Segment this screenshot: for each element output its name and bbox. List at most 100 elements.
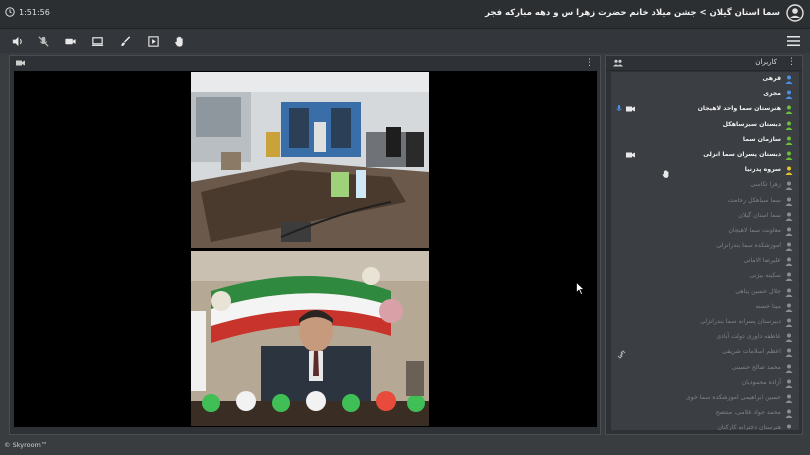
- media-button[interactable]: [146, 34, 160, 48]
- video-panel-options-icon[interactable]: ⋮: [585, 58, 594, 68]
- clock-icon: [5, 7, 15, 17]
- screen-share-icon: [91, 36, 103, 46]
- users-panel-title: کاربران: [755, 58, 777, 66]
- user-list-item[interactable]: عاطفه داوری دولت آبادی: [611, 330, 799, 345]
- user-camera-icon: [626, 152, 635, 158]
- brand-footer: © Skyroom™: [4, 441, 48, 449]
- user-icon: [785, 75, 793, 84]
- hand-icon: [174, 36, 183, 47]
- screen-share-button[interactable]: [90, 34, 104, 48]
- user-icon: [785, 105, 793, 115]
- user-list-item[interactable]: اموزشکده سما بندرانزلی: [611, 239, 799, 254]
- user-icon: [785, 333, 793, 343]
- users-panel-options-icon[interactable]: ⋮: [787, 57, 796, 67]
- user-list-item[interactable]: علیرضا الاماتی: [611, 254, 799, 269]
- user-list-item[interactable]: سکینه بیژنی: [611, 269, 799, 284]
- user-name: معاونت سما لاهیجان: [728, 226, 781, 234]
- user-list: قرهی مجری هنرستان سما واحد لاهیجان دبستان س…: [611, 72, 799, 430]
- user-list-item[interactable]: هنرستان سما واحد لاهیجان: [611, 102, 799, 117]
- mic-button[interactable]: [36, 34, 50, 48]
- user-name: محمد جواد غلامی، منتصح: [715, 409, 781, 417]
- user-mic-icon: [616, 105, 622, 112]
- user-icon: [785, 242, 793, 252]
- user-list-item[interactable]: سما سیاهکل رحامت: [611, 194, 799, 209]
- users-panel-header: کاربران ⋮: [606, 56, 802, 71]
- user-icon: [785, 227, 793, 236]
- user-list-item[interactable]: سما استان گیلان: [611, 209, 799, 224]
- mic-muted-icon: [37, 35, 49, 47]
- user-list-item[interactable]: هنرستان دخترانه کارکنان: [611, 421, 799, 430]
- users-panel: کاربران ⋮ قرهی مجری هنرستان سما واحد لاهیج…: [605, 55, 803, 435]
- user-name: جلال حسین پناهی: [735, 287, 781, 295]
- user-name: اعظم اسلامات شریفی: [722, 348, 781, 356]
- user-list-item[interactable]: حسین ابراهیمی اموزشکده سما خوی: [611, 391, 799, 406]
- user-icon: [785, 151, 793, 160]
- user-list-item[interactable]: اعظم اسلامات شریفی: [611, 345, 799, 360]
- user-list-item[interactable]: سروه پدرنیا: [611, 163, 799, 178]
- user-list-item[interactable]: مجری: [611, 87, 799, 102]
- user-list-item[interactable]: محمد جواد غلامی، منتصح: [611, 406, 799, 421]
- user-icon: [785, 409, 793, 419]
- user-icon: [785, 136, 793, 145]
- user-icon: [785, 288, 793, 297]
- user-icon: [785, 303, 793, 312]
- user-name: عاطفه داوری دولت آبادی: [716, 333, 781, 341]
- video-feed-conference-room: [191, 72, 429, 248]
- user-icon: [785, 257, 793, 267]
- user-name: مینا حسنه: [755, 302, 781, 310]
- toolbar: [0, 29, 810, 53]
- user-name: سما سیاهکل رحامت: [728, 196, 781, 204]
- user-icon: [785, 166, 793, 176]
- user-camera-icon: [626, 106, 635, 112]
- user-list-item[interactable]: جلال حسین پناهی: [611, 285, 799, 300]
- user-name: هنرستان سما واحد لاهیجان: [697, 105, 781, 113]
- camera-button[interactable]: [63, 34, 77, 48]
- users-icon: [613, 59, 623, 67]
- link-icon[interactable]: [617, 350, 626, 359]
- user-name: محمد صالح حسینی: [731, 363, 781, 371]
- user-name: زهرا تکاسی: [750, 181, 781, 189]
- raise-hand-button[interactable]: [172, 34, 186, 48]
- speaker-button[interactable]: [10, 34, 24, 48]
- account-icon[interactable]: [786, 4, 804, 22]
- user-list-item[interactable]: دبستان سبزساهکل: [611, 118, 799, 133]
- user-icon: [785, 212, 793, 221]
- whiteboard-button[interactable]: [118, 34, 132, 48]
- raised-hand-icon: [662, 170, 669, 178]
- speaker-icon: [12, 36, 22, 46]
- user-name: مجری: [763, 90, 781, 98]
- play-icon: [147, 35, 159, 47]
- user-icon: [785, 379, 793, 388]
- user-name: دبستان پسران سما انزلی: [703, 150, 781, 158]
- user-list-item[interactable]: مینا حسنه: [611, 300, 799, 315]
- user-name: اموزشکده سما بندرانزلی: [716, 242, 781, 250]
- user-list-item[interactable]: قرهی: [611, 72, 799, 87]
- menu-icon[interactable]: [787, 35, 800, 47]
- user-list-item[interactable]: دبیرستان پسرانه سما بندرانزلی: [611, 315, 799, 330]
- room-title: سما استان گیلان > جشن میلاد خانم حضرت زه…: [485, 8, 780, 18]
- user-list-item[interactable]: آزاده محمودیان: [611, 376, 799, 391]
- user-icon: [785, 394, 793, 403]
- user-list-item[interactable]: محمد صالح حسینی: [611, 361, 799, 376]
- speaker-image: [191, 251, 429, 426]
- user-list-item[interactable]: دبستان پسران سما انزلی: [611, 148, 799, 163]
- user-list-item[interactable]: معاونت سما لاهیجان: [611, 224, 799, 239]
- user-list-item[interactable]: زهرا تکاسی: [611, 178, 799, 193]
- user-list-item[interactable]: سازمان سما: [611, 133, 799, 148]
- user-icon: [785, 348, 793, 358]
- user-name: حسین ابراهیمی اموزشکده سما خوی: [685, 393, 781, 401]
- user-name: دبیرستان پسرانه سما بندرانزلی: [700, 318, 781, 325]
- user-icon: [785, 90, 793, 100]
- timer-text: 1:51:56: [19, 7, 50, 17]
- mouse-cursor-icon: [576, 282, 585, 295]
- user-name: آزاده محمودیان: [741, 378, 781, 386]
- user-icon: [785, 318, 793, 327]
- video-feed-speaker: [191, 251, 429, 426]
- camera-icon: [64, 38, 76, 44]
- title-bar: 1:51:56 سما استان گیلان > جشن میلاد خانم…: [0, 0, 810, 29]
- user-name: دبستان سبزساهکل: [722, 120, 781, 128]
- brush-icon: [120, 35, 130, 46]
- session-timer: 1:51:56: [5, 7, 50, 17]
- user-name: سما استان گیلان: [738, 211, 781, 219]
- video-panel: ⋮: [9, 55, 601, 435]
